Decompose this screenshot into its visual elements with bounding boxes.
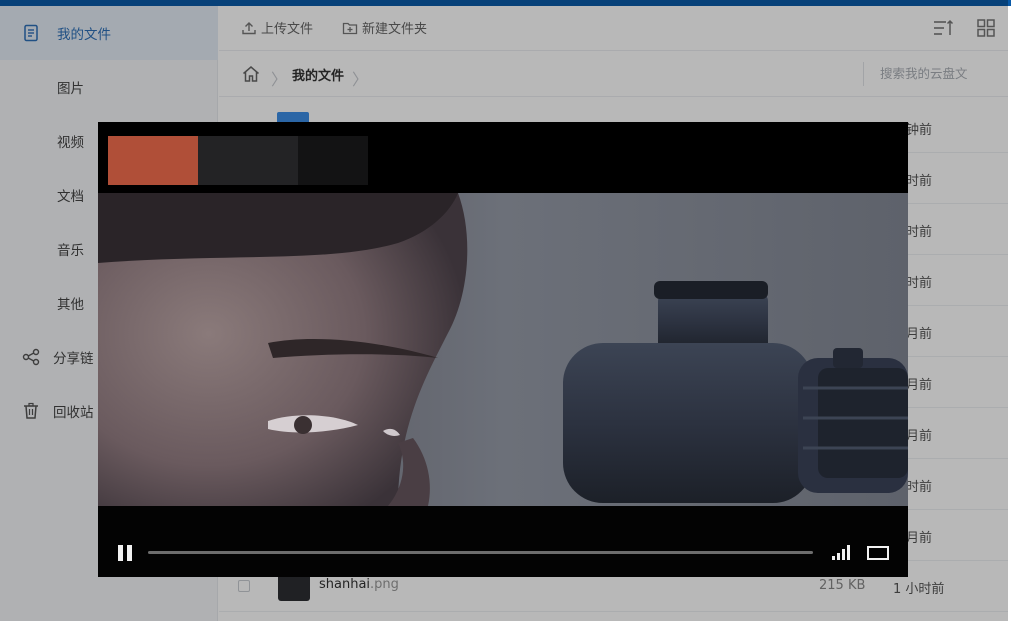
player-header-thumbnails <box>108 136 368 185</box>
video-frame[interactable] <box>98 193 908 506</box>
pause-icon[interactable] <box>118 545 134 561</box>
fullscreen-icon[interactable] <box>867 546 889 560</box>
video-controls <box>98 506 908 577</box>
header-block <box>298 136 368 185</box>
video-player[interactable] <box>98 122 908 577</box>
progress-bar[interactable] <box>148 551 813 554</box>
video-frame-image <box>98 193 908 506</box>
volume-icon[interactable] <box>832 544 854 560</box>
header-block <box>198 136 298 185</box>
header-block <box>108 136 198 185</box>
